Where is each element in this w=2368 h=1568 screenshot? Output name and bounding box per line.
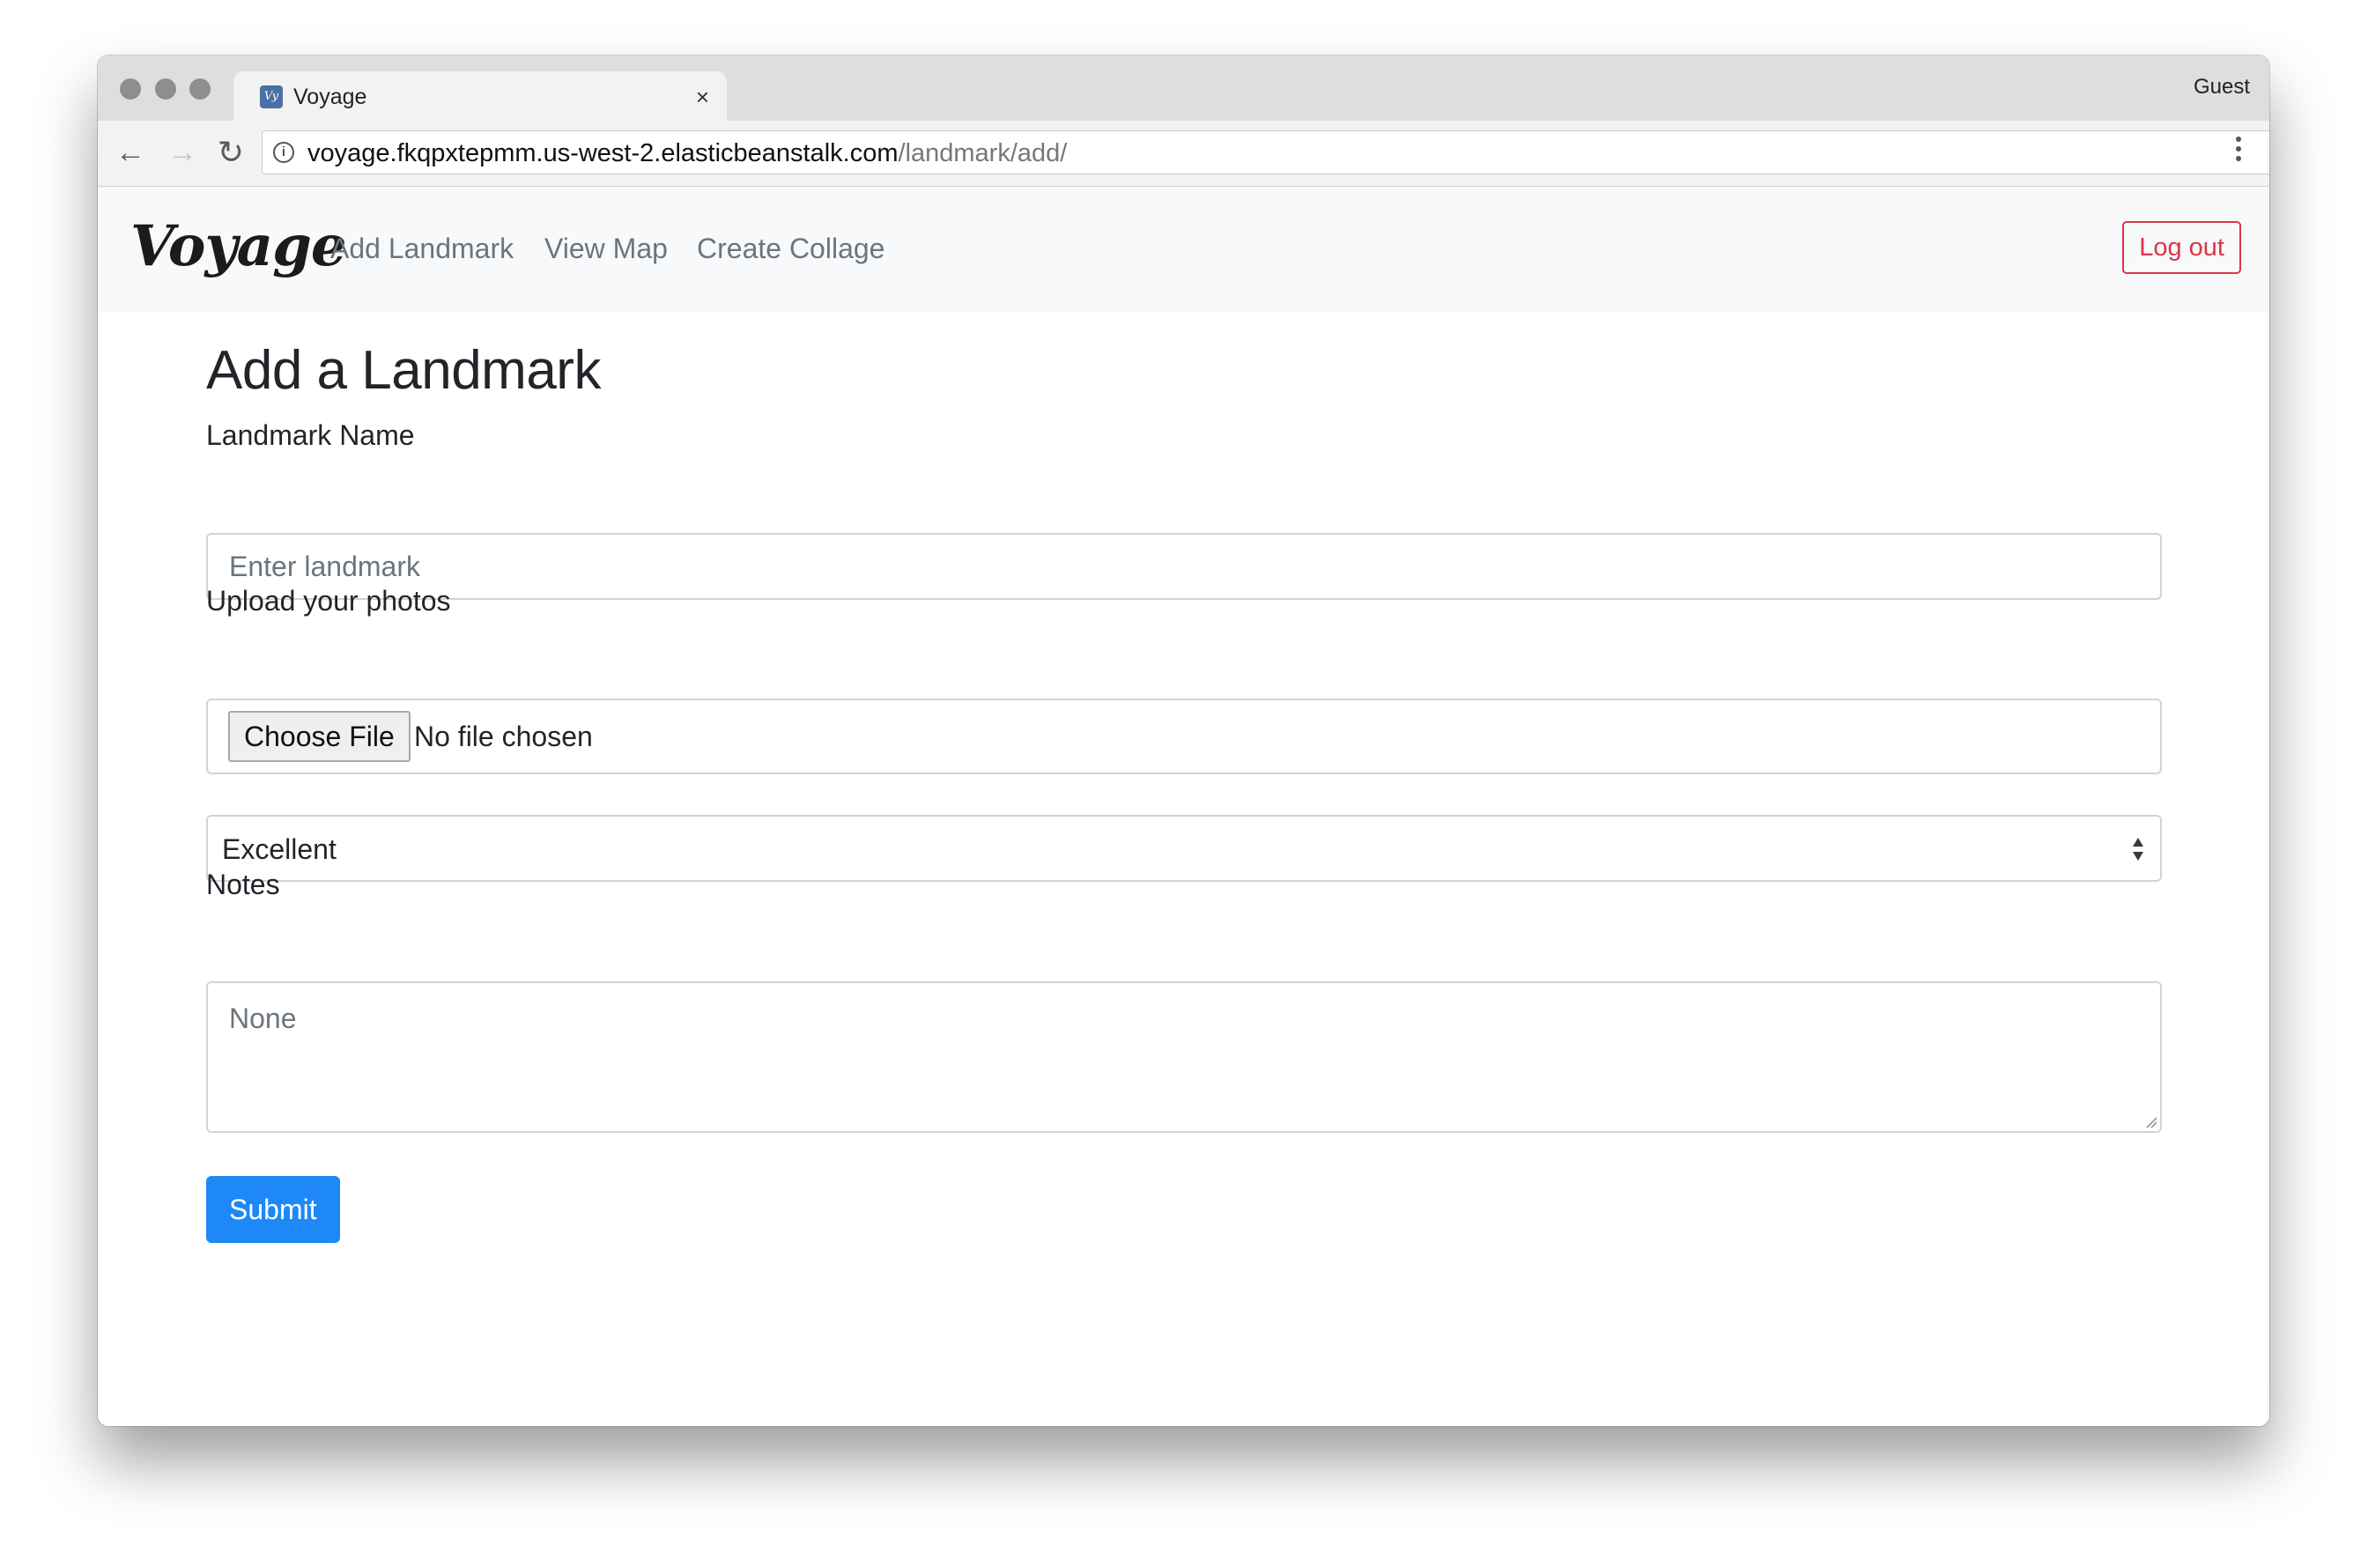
reload-icon[interactable]: ↻ [213, 135, 248, 170]
window-close-button[interactable] [120, 78, 141, 100]
window-minimize-button[interactable] [155, 78, 176, 100]
forward-arrow-icon[interactable]: → [165, 135, 200, 170]
nav-link-add-landmark[interactable]: Add Landmark [330, 229, 514, 268]
file-upload-field: Choose File No file chosen [206, 699, 2162, 774]
menu-dot [2236, 137, 2241, 142]
back-arrow-icon[interactable]: ← [113, 135, 148, 170]
window-maximize-button[interactable] [189, 78, 211, 100]
file-status-text: No file chosen [414, 721, 593, 752]
nav-link-create-collage[interactable]: Create Collage [697, 229, 884, 268]
landmark-name-input[interactable]: Enter landmark [206, 533, 2162, 600]
notes-label: Notes [206, 869, 280, 900]
resize-grip-icon[interactable] [2145, 1116, 2157, 1128]
menu-dot [2236, 146, 2241, 152]
url-host: voyage.fkqpxtepmm.us-west-2.elasticbeans… [307, 139, 899, 167]
browser-window: Vy Voyage × Guest ← → ↻ i voyage.fkqpxte… [98, 55, 2269, 1426]
rating-select[interactable]: Excellent [206, 815, 2162, 882]
submit-button[interactable]: Submit [206, 1176, 340, 1243]
landmark-name-label: Landmark Name [206, 419, 415, 451]
url-path: /landmark/add/ [898, 139, 1068, 167]
page-title: Add a Landmark [206, 340, 601, 401]
browser-tab[interactable]: Vy Voyage × [233, 71, 727, 122]
favicon-icon: Vy [260, 85, 283, 108]
screenshot-stage: Vy Voyage × Guest ← → ↻ i voyage.fkqpxte… [0, 0, 2368, 1568]
sort-arrows-icon [2133, 838, 2143, 861]
notes-placeholder: None [229, 1002, 297, 1034]
address-bar[interactable]: i voyage.fkqpxtepmm.us-west-2.elasticbea… [262, 130, 2269, 174]
web-page: Voyage Add Landmark View Map Create Coll… [98, 187, 2269, 1426]
info-icon[interactable]: i [273, 142, 294, 163]
browser-toolbar: ← → ↻ i voyage.fkqpxtepmm.us-west-2.elas… [98, 121, 2269, 187]
choose-file-button[interactable]: Choose File [228, 711, 411, 762]
url-text[interactable]: voyage.fkqpxtepmm.us-west-2.elasticbeans… [307, 138, 1067, 168]
profile-label[interactable]: Guest [2194, 75, 2250, 100]
nav-link-view-map[interactable]: View Map [544, 229, 668, 268]
rating-selected-value: Excellent [222, 833, 337, 865]
logout-button[interactable]: Log out [2122, 221, 2241, 274]
notes-textarea[interactable]: None [206, 981, 2162, 1133]
tab-close-icon[interactable]: × [696, 82, 709, 112]
tab-strip: Vy Voyage × Guest [98, 55, 2269, 122]
brand-logo[interactable]: Voyage [130, 211, 347, 282]
tab-title: Voyage [293, 85, 367, 109]
menu-dot [2236, 156, 2241, 161]
upload-photos-label: Upload your photos [206, 585, 451, 617]
site-navbar: Voyage Add Landmark View Map Create Coll… [98, 187, 2269, 312]
vertical-dots-icon[interactable] [2236, 137, 2243, 170]
